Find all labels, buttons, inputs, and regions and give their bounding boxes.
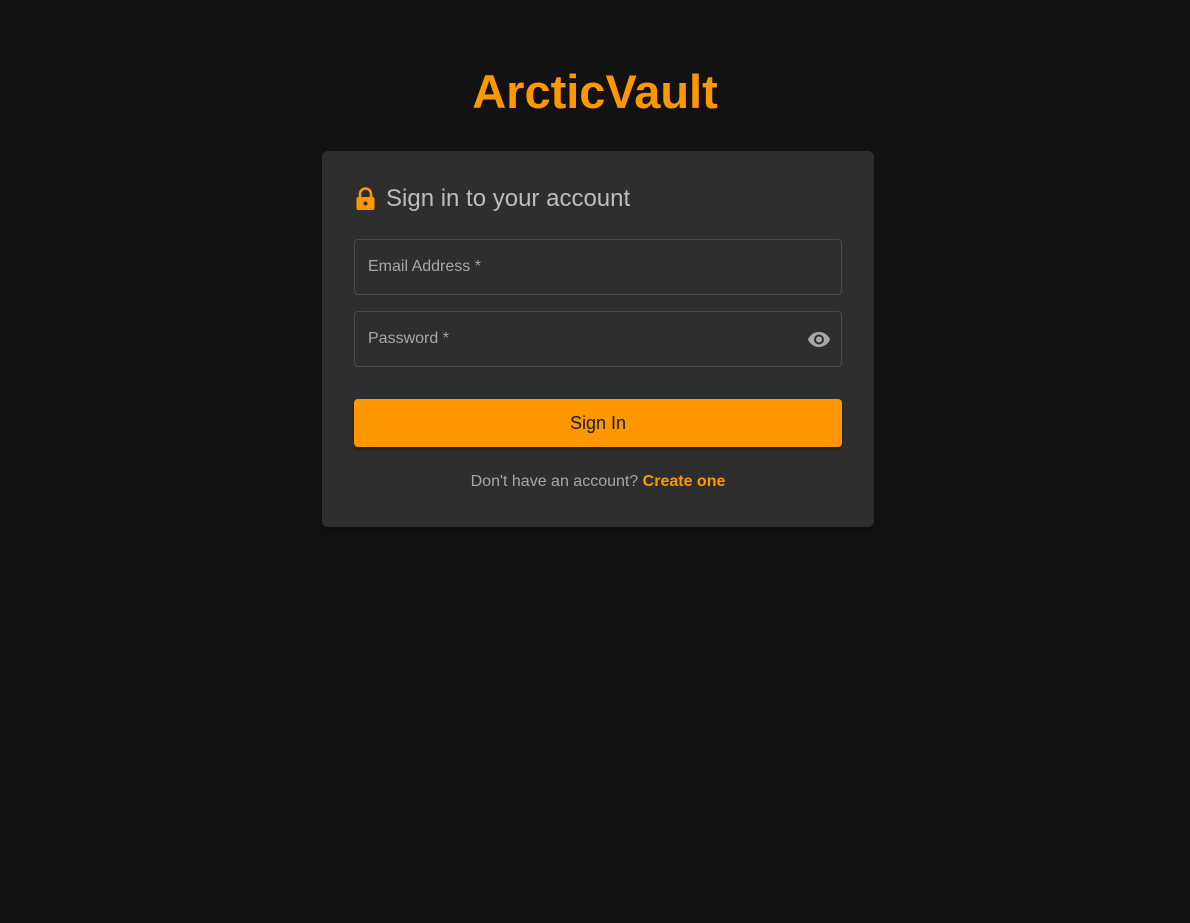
signup-prompt-line: Don't have an account? Create one: [322, 471, 874, 493]
brand-logo-text: ArcticVault: [472, 65, 718, 118]
sign-in-button[interactable]: Sign In: [354, 399, 842, 447]
eye-icon[interactable]: [807, 327, 831, 351]
email-input[interactable]: [355, 240, 841, 294]
login-card: Sign in to your account Email Address * …: [322, 151, 874, 527]
card-title: Sign in to your account: [386, 185, 631, 212]
email-field[interactable]: Email Address *: [354, 239, 842, 295]
signup-prompt-text: Don't have an account?: [470, 473, 643, 490]
password-field[interactable]: Password *: [354, 311, 842, 367]
card-header: Sign in to your account: [355, 183, 630, 215]
create-account-link[interactable]: Create one: [643, 473, 726, 490]
lock-icon: [355, 187, 376, 211]
login-page: ArcticVault Sign in to your account Emai…: [0, 0, 1190, 923]
password-input[interactable]: [355, 312, 841, 366]
